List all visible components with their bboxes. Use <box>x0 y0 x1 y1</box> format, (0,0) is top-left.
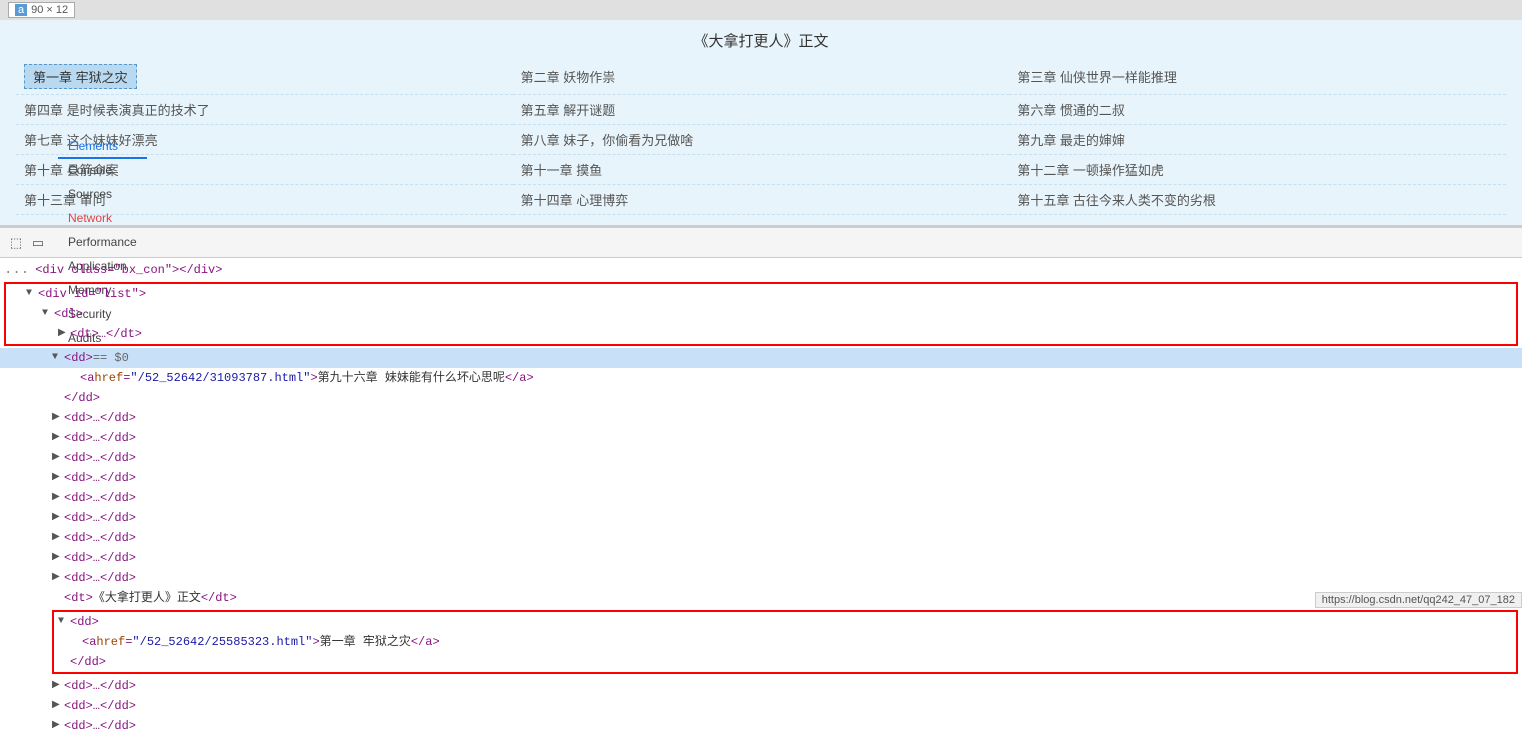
triangle-dd-c[interactable] <box>52 409 64 427</box>
chapter-cell[interactable]: 第八章 妹子，你偷看为兄做啥 <box>513 125 1010 155</box>
triangle-dd-after[interactable] <box>52 697 64 715</box>
triangle-div-list-tag[interactable] <box>26 285 38 303</box>
code-line-anchor2: <a href="/52_52642/25585323.html">第一章 牢狱… <box>54 632 1516 652</box>
element-tag-letter: a <box>15 4 27 16</box>
code-line-dt-tag: <dt>…</dt> <box>6 324 1516 344</box>
chapter-cell[interactable]: 第九章 最走的婶婶 <box>1009 125 1506 155</box>
triangle-dd-c[interactable] <box>52 489 64 507</box>
code-line-dl-tag: <dl> <box>6 304 1516 324</box>
code-line-dd-close: </dd> <box>0 388 1522 408</box>
red-box-1: <div id="list"><dl><dt>…</dt> <box>4 282 1518 346</box>
code-line-dd-collapsed: <dd>…</dd> <box>0 528 1522 548</box>
code-line-dd-collapsed: <dd>…</dd> <box>0 548 1522 568</box>
code-line-div-list-tag: <div id="list"> <box>6 284 1516 304</box>
code-line-dd-collapsed: <dd>…</dd> <box>0 408 1522 428</box>
triangle-dd-c[interactable] <box>52 529 64 547</box>
chapter-cell[interactable]: 第十五章 古往今来人类不变的劣根 <box>1009 185 1506 215</box>
chapter-cell[interactable]: 第五章 解开谜题 <box>513 95 1010 125</box>
code-line-anchor1: <a href="/52_52642/31093787.html">第九十六章 … <box>0 368 1522 388</box>
code-line-dd-collapsed: <dd>…</dd> <box>0 488 1522 508</box>
triangle-dt-tag[interactable] <box>58 325 70 343</box>
chapter-cell[interactable]: 第三章 仙侠世界一样能推理 <box>1009 59 1506 95</box>
code-line-dd-selected: <dd> == $0 <box>0 348 1522 368</box>
red-box-2: <dd><a href="/52_52642/25585323.html">第一… <box>52 610 1518 674</box>
chapter-grid: 《大拿打更人》正文 第一章 牢狱之灾第二章 妖物作祟第三章 仙侠世界一样能推理第… <box>0 20 1522 225</box>
triangle-dd-after[interactable] <box>52 717 64 735</box>
chapter-cell[interactable]: 第一章 牢狱之灾 <box>16 59 513 95</box>
chapter-cell[interactable]: 第二章 妖物作祟 <box>513 59 1010 95</box>
element-dimensions: 90 × 12 <box>31 4 68 16</box>
code-line-dd-collapsed: <dd>…</dd> <box>0 468 1522 488</box>
devtools-tab-elements[interactable]: Elements <box>58 135 147 159</box>
triangle-dd[interactable] <box>52 349 64 367</box>
code-line-dd-collapsed: <dd>…</dd> <box>0 508 1522 528</box>
code-line-dd-collapsed: <dd>…</dd> <box>0 448 1522 468</box>
chapter-table: 第一章 牢狱之灾第二章 妖物作祟第三章 仙侠世界一样能推理第四章 是时候表演真正… <box>16 59 1506 215</box>
chapter-cell[interactable]: 第十一章 摸鱼 <box>513 155 1010 185</box>
device-icon[interactable]: ▭ <box>30 235 46 251</box>
inspect-icon[interactable]: ⬚ <box>8 235 24 251</box>
devtools-tab-network[interactable]: Network <box>58 207 147 231</box>
triangle-dd-c[interactable] <box>52 549 64 567</box>
code-line-dd-collapsed-after: <dd>…</dd> <box>0 676 1522 696</box>
devtools-tab-performance[interactable]: Performance <box>58 231 147 255</box>
code-line-dd-collapsed-after: <dd>…</dd> <box>0 716 1522 736</box>
code-line-dd2-open: <dd> <box>54 612 1516 632</box>
elements-panel: ... <div class="bx_con"></div> <div id="li… <box>0 258 1522 738</box>
devtools-icon-group: ⬚ ▭ <box>8 235 46 251</box>
devtools-tabs[interactable]: ⬚ ▭ ElementsConsoleSourcesNetworkPerform… <box>0 228 1522 258</box>
element-tooltip: a 90 × 12 <box>8 2 75 18</box>
code-line-dt-book: <dt>《大拿打更人》正文</dt> <box>0 588 1522 608</box>
triangle-dd-c[interactable] <box>52 449 64 467</box>
chapter-cell[interactable]: 第十四章 心理博弈 <box>513 185 1010 215</box>
triangle-dl-tag[interactable] <box>42 305 54 323</box>
book-title: 《大拿打更人》正文 <box>16 30 1506 51</box>
chapter-cell[interactable]: 第六章 惯通的二叔 <box>1009 95 1506 125</box>
triangle-dd-after[interactable] <box>52 677 64 695</box>
devtools-tab-console[interactable]: Console <box>58 159 147 183</box>
triangle-dd-c[interactable] <box>52 509 64 527</box>
code-line-dd-collapsed: <dd>…</dd> <box>0 568 1522 588</box>
ellipsis-dots: ... <box>4 261 29 279</box>
triangle-dd-c[interactable] <box>52 469 64 487</box>
triangle-dd-c[interactable] <box>52 429 64 447</box>
triangle-dd-c[interactable] <box>52 569 64 587</box>
chapter-cell[interactable]: 第四章 是时候表演真正的技术了 <box>16 95 513 125</box>
code-line-dd-collapsed: <dd>…</dd> <box>0 428 1522 448</box>
tooltip-bar: a 90 × 12 <box>0 0 1522 20</box>
url-bar: https://blog.csdn.net/qq242_47_07_182 <box>1315 592 1522 608</box>
triangle-dd2[interactable] <box>58 613 70 631</box>
code-line-dd2-close: </dd> <box>54 652 1516 672</box>
code-line-dd-collapsed-after: <dd>…</dd> <box>0 696 1522 716</box>
code-line: ... <div class="bx_con"></div> <box>0 260 1522 280</box>
devtools-panel: ⬚ ▭ ElementsConsoleSourcesNetworkPerform… <box>0 226 1522 738</box>
code-tag: <div class="bx_con"></div> <box>35 261 222 279</box>
chapter-cell[interactable]: 第十二章 一顿操作猛如虎 <box>1009 155 1506 185</box>
devtools-tab-sources[interactable]: Sources <box>58 183 147 207</box>
